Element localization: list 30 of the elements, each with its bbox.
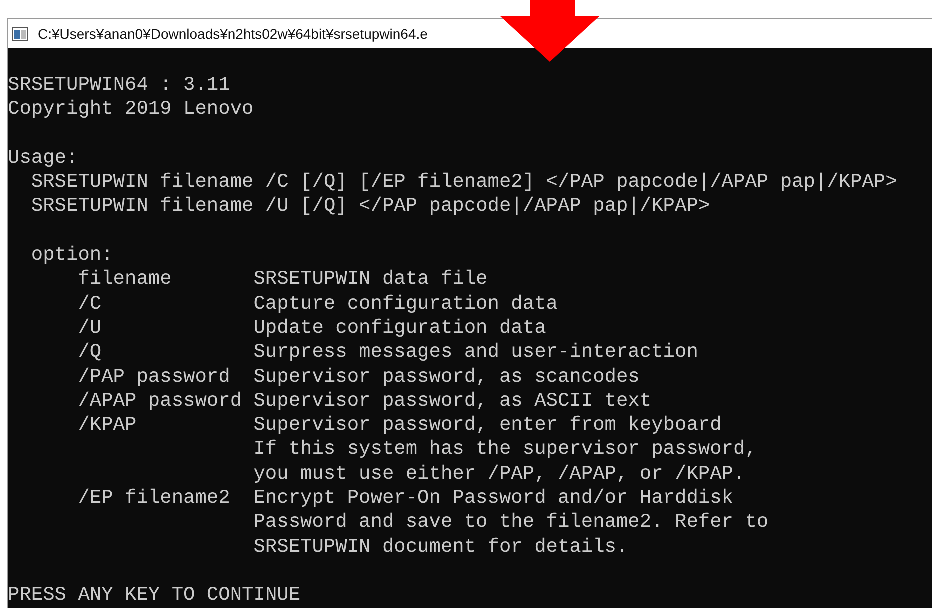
console-prompt: PRESS ANY KEY TO CONTINUE: [8, 583, 301, 608]
option-name: /KPAP: [78, 413, 137, 438]
console-app-icon: [12, 26, 28, 40]
option-description: Password and save to the filename2. Refer to: [254, 510, 769, 535]
option-description: SRSETUPWIN document for details.: [254, 534, 628, 559]
console-line: Copyright 2019 Lenovo: [8, 97, 254, 122]
option-description: Encrypt Power-On Password and/or Harddisk: [254, 486, 734, 510]
option-description: Update configuration data: [254, 316, 546, 340]
window-title: C:¥Users¥anan0¥Downloads¥n2hts02w¥64bit¥srsetupwin64.e: [38, 26, 428, 42]
option-description: If this system has the supervisor password,: [254, 437, 757, 462]
option-description: Supervisor password, as ASCII text: [254, 388, 652, 414]
option-description: you must use either /PAP, /APAP, or /KPAP.: [254, 462, 746, 486]
console-line: SRSETUPWIN64 : 3.11: [8, 73, 230, 98]
option-name: /PAP password: [78, 364, 230, 389]
option-name: /C: [78, 292, 102, 316]
option-name: /EP filename2: [78, 486, 230, 512]
option-name: filename: [78, 267, 172, 292]
usage-line: SRSETUPWIN filename /C [/Q] [/EP filename2] </PAP papcode|/APAP pap|/KPAP>: [30, 170, 898, 194]
option-name: /U: [78, 316, 102, 340]
usage-label: Usage:: [8, 146, 78, 170]
option-label: option:: [30, 243, 114, 268]
option-name: /Q: [78, 340, 102, 365]
option-description: Surpress messages and user-interaction: [254, 340, 698, 365]
option-description: SRSETUPWIN data file: [254, 267, 488, 292]
option-description: Supervisor password, enter from keyboard: [254, 413, 722, 438]
option-description: Supervisor password, as scancodes: [254, 364, 640, 389]
option-name: /APAP password: [78, 388, 242, 414]
down-arrow-icon: [500, 0, 600, 62]
usage-line: SRSETUPWIN filename /U [/Q] </PAP papcode|/APAP pap|/KPAP>: [30, 194, 710, 219]
option-description: Capture configuration data: [254, 292, 558, 316]
